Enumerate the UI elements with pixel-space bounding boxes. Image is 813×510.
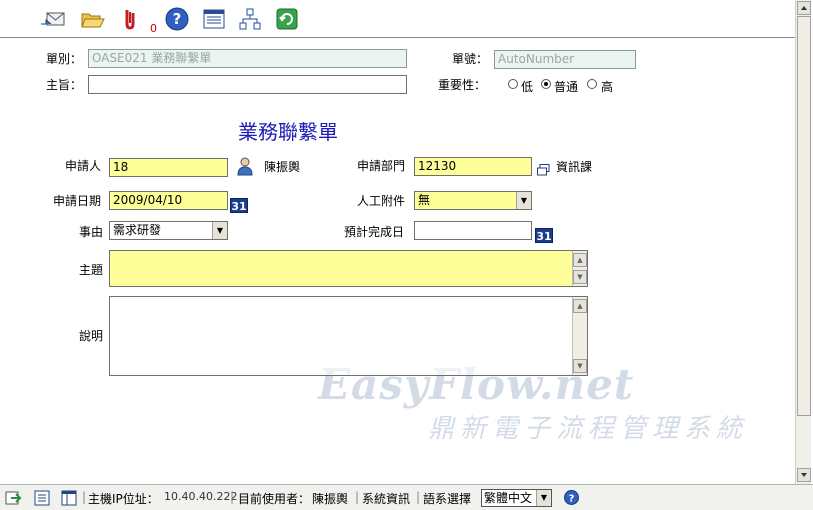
topic-label: 主題 xyxy=(79,263,104,277)
apply-date-label: 申請日期 xyxy=(53,194,102,208)
manual-attachment-select[interactable]: 無 ▼ xyxy=(414,191,532,210)
attachment-icon[interactable] xyxy=(117,6,143,32)
form-type-label: 單別： xyxy=(46,52,83,66)
open-folder-icon[interactable] xyxy=(80,6,106,32)
subject-label: 主旨： xyxy=(46,78,83,92)
description-textarea[interactable]: ▲ ▼ xyxy=(109,296,588,376)
dept-name: 資訊課 xyxy=(556,160,593,174)
calendar-icon[interactable]: 31 xyxy=(535,228,553,243)
scroll-down-button[interactable]: ▼ xyxy=(573,359,587,373)
chevron-down-icon[interactable]: ▼ xyxy=(536,490,551,506)
watermark-subtitle: 鼎新電子流程管理系統 xyxy=(428,414,749,444)
help-icon[interactable]: ? xyxy=(164,6,190,32)
flowchart-icon[interactable] xyxy=(237,6,263,32)
subject-input[interactable] xyxy=(88,75,407,94)
scroll-thumb[interactable] xyxy=(797,16,811,416)
applicant-name: 陳振輿 xyxy=(264,160,301,174)
svg-text:?: ? xyxy=(173,10,182,28)
user-picker-icon[interactable] xyxy=(235,156,255,176)
reason-value: 需求研發 xyxy=(113,223,162,237)
description-label: 說明 xyxy=(79,329,104,343)
form-no-label: 單號： xyxy=(452,52,489,66)
reason-label: 事由 xyxy=(79,225,104,239)
form-list-icon[interactable] xyxy=(201,6,227,32)
priority-low-label: 低 xyxy=(521,80,534,94)
due-date-input[interactable] xyxy=(414,221,532,240)
dept-id-input[interactable]: 12130 xyxy=(414,157,532,176)
due-date-label: 預計完成日 xyxy=(344,225,405,239)
page-scrollbar[interactable] xyxy=(795,0,811,484)
manual-attachment-value: 無 xyxy=(418,193,431,207)
form-type-field: OASE021 業務聯繫單 xyxy=(88,49,407,68)
reason-select[interactable]: 需求研發 ▼ xyxy=(109,221,228,240)
language-select[interactable]: 繁體中文 ▼ xyxy=(481,489,552,507)
applicant-label: 申請人 xyxy=(65,159,102,173)
host-ip-label: 主機IP位址： xyxy=(88,492,159,506)
refresh-icon[interactable] xyxy=(274,6,300,32)
topic-textarea[interactable]: ▲ ▼ xyxy=(109,250,588,287)
status-separator: | xyxy=(82,490,87,504)
calendar-icon[interactable]: 31 xyxy=(230,198,248,213)
scroll-up-button[interactable]: ▲ xyxy=(573,253,587,267)
dept-label: 申請部門 xyxy=(357,159,406,173)
dept-picker-icon[interactable] xyxy=(537,164,550,176)
priority-high-label: 高 xyxy=(601,80,614,94)
apply-date-input[interactable]: 2009/04/10 xyxy=(109,191,228,210)
send-mail-icon[interactable] xyxy=(40,6,66,32)
help-icon[interactable]: ? xyxy=(564,490,579,505)
priority-label: 重要性： xyxy=(438,78,487,92)
description-scrollbar[interactable]: ▲ ▼ xyxy=(572,297,587,375)
current-user-label: 目前使用者： xyxy=(238,492,311,506)
current-user-name: 陳振輿 xyxy=(312,492,349,506)
priority-high-radio[interactable] xyxy=(587,79,597,89)
status-separator: | xyxy=(230,490,235,504)
list-view-icon[interactable] xyxy=(33,489,51,507)
priority-normal-radio[interactable] xyxy=(541,79,551,89)
scroll-up-button[interactable] xyxy=(797,1,811,15)
chevron-down-icon[interactable]: ▼ xyxy=(212,222,227,239)
detail-view-icon[interactable] xyxy=(60,489,78,507)
form-no-field: AutoNumber xyxy=(494,50,636,69)
host-ip-value: 10.40.40.222 xyxy=(164,490,238,503)
status-separator: | xyxy=(416,490,421,504)
topic-scrollbar[interactable]: ▲ ▼ xyxy=(572,251,587,286)
send-arrow-icon[interactable] xyxy=(5,489,23,507)
system-info-link[interactable]: 系統資訊 xyxy=(362,490,410,507)
toolbar: 0 ? xyxy=(0,0,795,38)
scroll-up-button[interactable]: ▲ xyxy=(573,299,587,313)
svg-text:?: ? xyxy=(569,494,575,505)
attachment-count-badge: 0 xyxy=(150,22,157,35)
page-title: 業務聯繫單 xyxy=(238,120,338,144)
language-label: 語系選擇 xyxy=(423,492,472,506)
manual-attachment-label: 人工附件 xyxy=(357,194,406,208)
language-value: 繁體中文 xyxy=(484,491,533,505)
status-separator: | xyxy=(355,490,360,504)
chevron-down-icon[interactable]: ▼ xyxy=(516,192,531,209)
scroll-down-button[interactable]: ▼ xyxy=(573,270,587,284)
priority-low-radio[interactable] xyxy=(508,79,518,89)
applicant-id-input[interactable]: 18 xyxy=(109,158,228,177)
scroll-down-button[interactable] xyxy=(797,468,811,482)
priority-normal-label: 普通 xyxy=(554,80,579,94)
status-bar: | 主機IP位址： 10.40.40.222 | 目前使用者： 陳振輿 | 系統… xyxy=(0,484,813,510)
